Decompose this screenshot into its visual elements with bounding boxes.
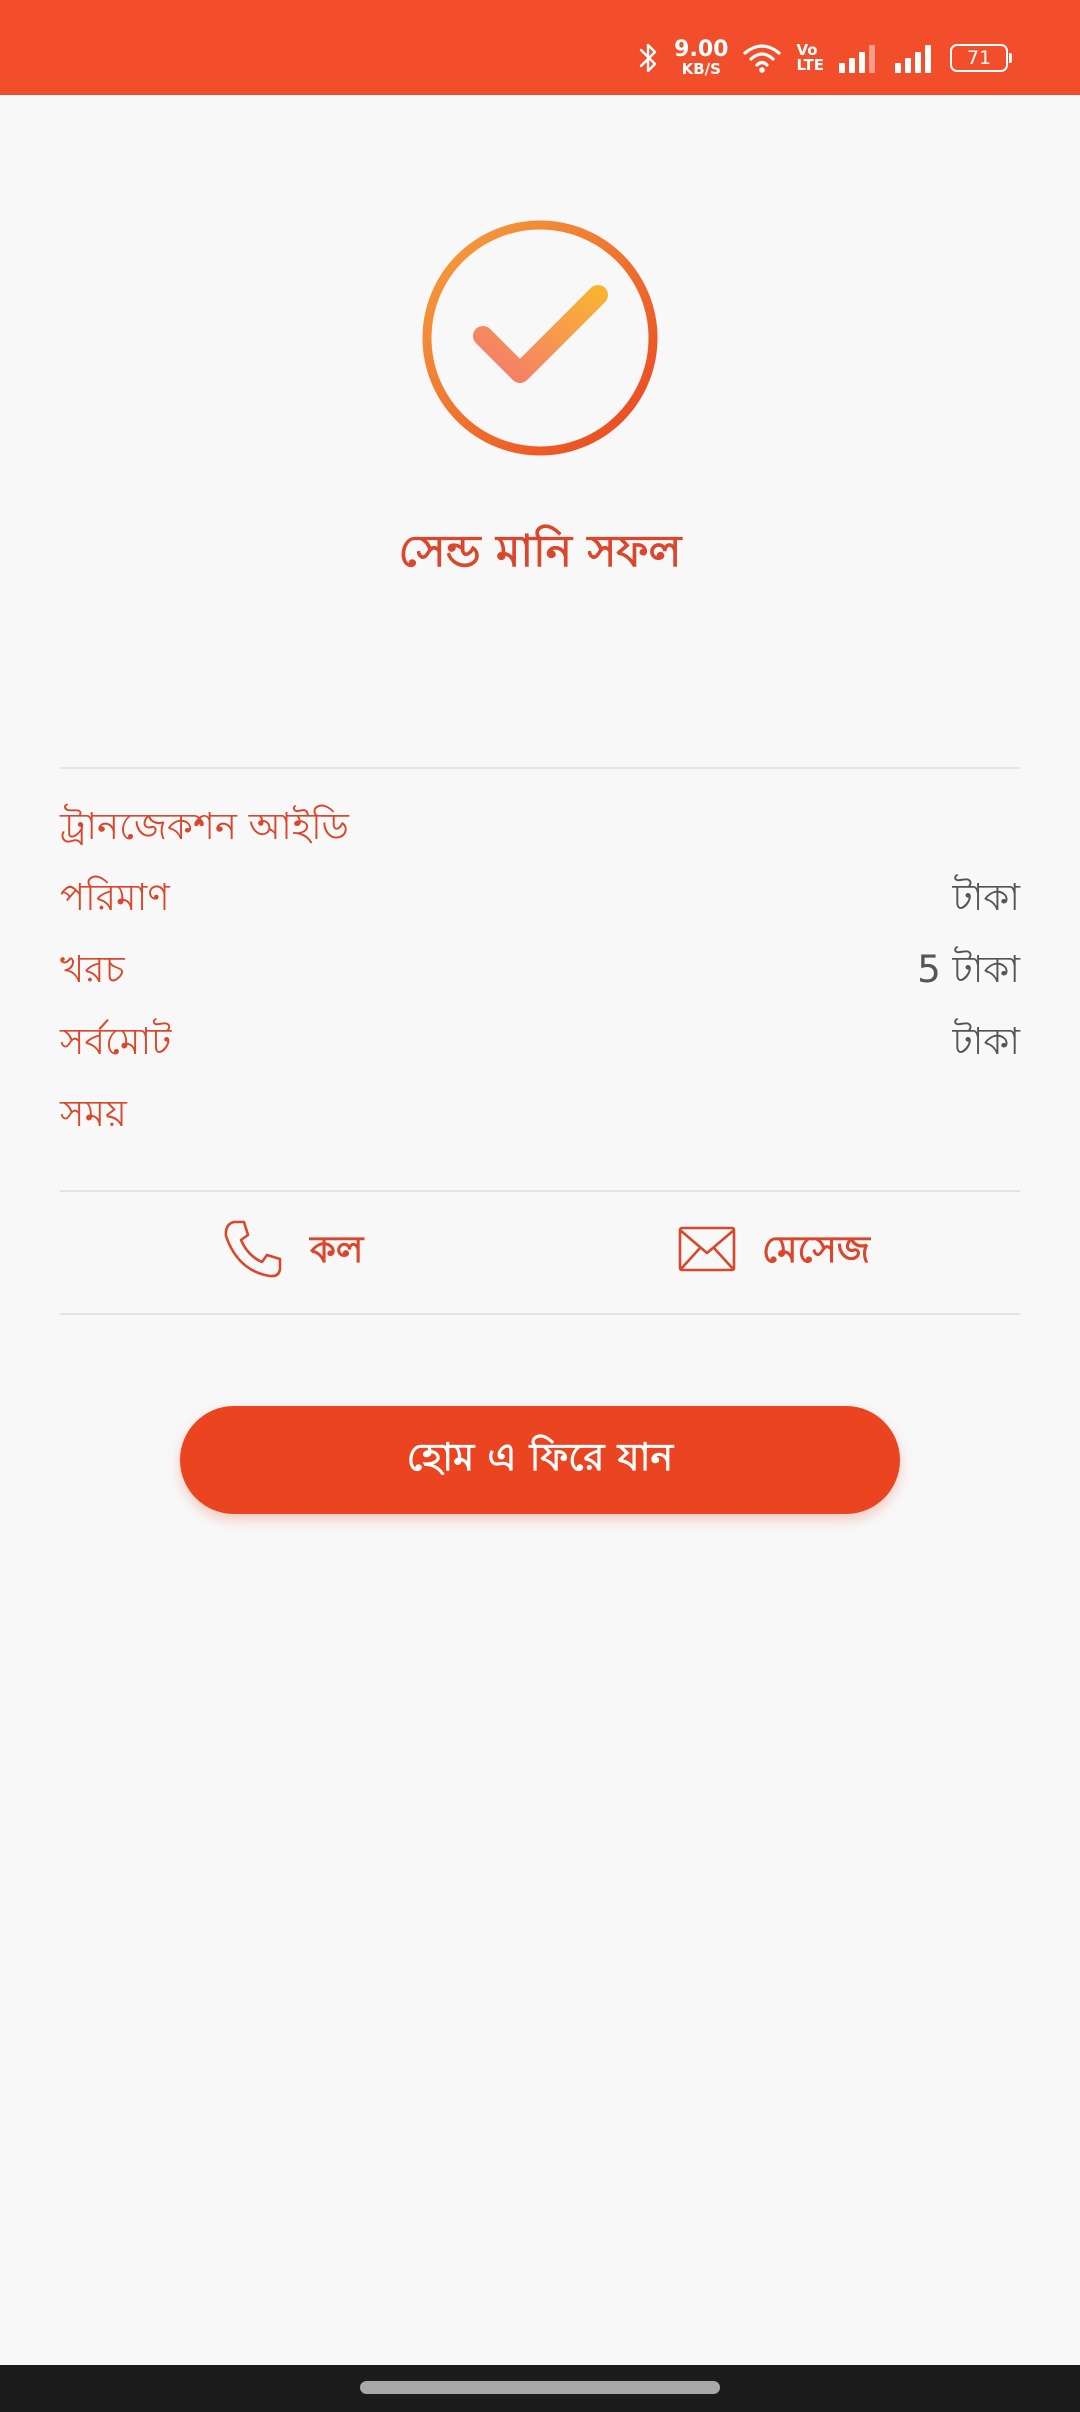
bluetooth-icon [638, 41, 660, 75]
total-label: সর্বমোট [60, 1019, 172, 1063]
volte-icon: Vo LTE [796, 43, 824, 73]
system-nav-bar [0, 2365, 1080, 2412]
signal-icon [838, 43, 880, 73]
call-button[interactable]: কল [222, 1218, 363, 1284]
page-title: সেন্ড মানি সফল [398, 526, 682, 577]
battery-icon: 71 [950, 44, 1012, 72]
signal-icon [894, 43, 936, 73]
network-speed-value: 9.00 [674, 37, 729, 62]
total-row: সর্বমোট টাকা [60, 1015, 1020, 1071]
check-circle-icon [420, 218, 660, 458]
divider [60, 1190, 1020, 1192]
phone-icon [222, 1218, 284, 1284]
time-label: সময় [60, 1091, 127, 1135]
divider [60, 1313, 1020, 1315]
amount-row: পরিমাণ টাকা [60, 871, 1020, 927]
network-speed: 9.00 KB/S [674, 39, 728, 77]
divider [60, 767, 1020, 769]
battery-level: 71 [966, 47, 992, 69]
total-value: টাকা [952, 1019, 1020, 1063]
time-row: সময় [60, 1087, 1020, 1143]
message-label: মেসেজ [762, 1227, 870, 1271]
go-home-button[interactable]: হোম এ ফিরে যান [180, 1406, 900, 1514]
message-button[interactable]: মেসেজ [678, 1218, 870, 1284]
amount-value: টাকা [952, 875, 1020, 919]
amount-label: পরিমাণ [60, 875, 170, 919]
charge-row: খরচ 5 টাকা [60, 943, 1020, 999]
network-speed-unit: KB/S [681, 60, 721, 78]
charge-value: 5 টাকা [917, 947, 1020, 991]
transaction-id-row: ট্রানজেকশন আইডি [60, 800, 1020, 856]
envelope-icon [678, 1226, 736, 1276]
charge-label: খরচ [60, 947, 125, 991]
volte-bottom-text: LTE [796, 56, 824, 74]
call-label: কল [310, 1227, 364, 1271]
transaction-id-label: ট্রানজেকশন আইডি [60, 804, 349, 848]
status-icons: 9.00 KB/S Vo LTE 71 [638, 36, 1012, 80]
home-gesture-handle[interactable] [360, 2381, 720, 2394]
status-bar: 9.00 KB/S Vo LTE 71 [0, 0, 1080, 95]
wifi-icon [742, 42, 782, 74]
